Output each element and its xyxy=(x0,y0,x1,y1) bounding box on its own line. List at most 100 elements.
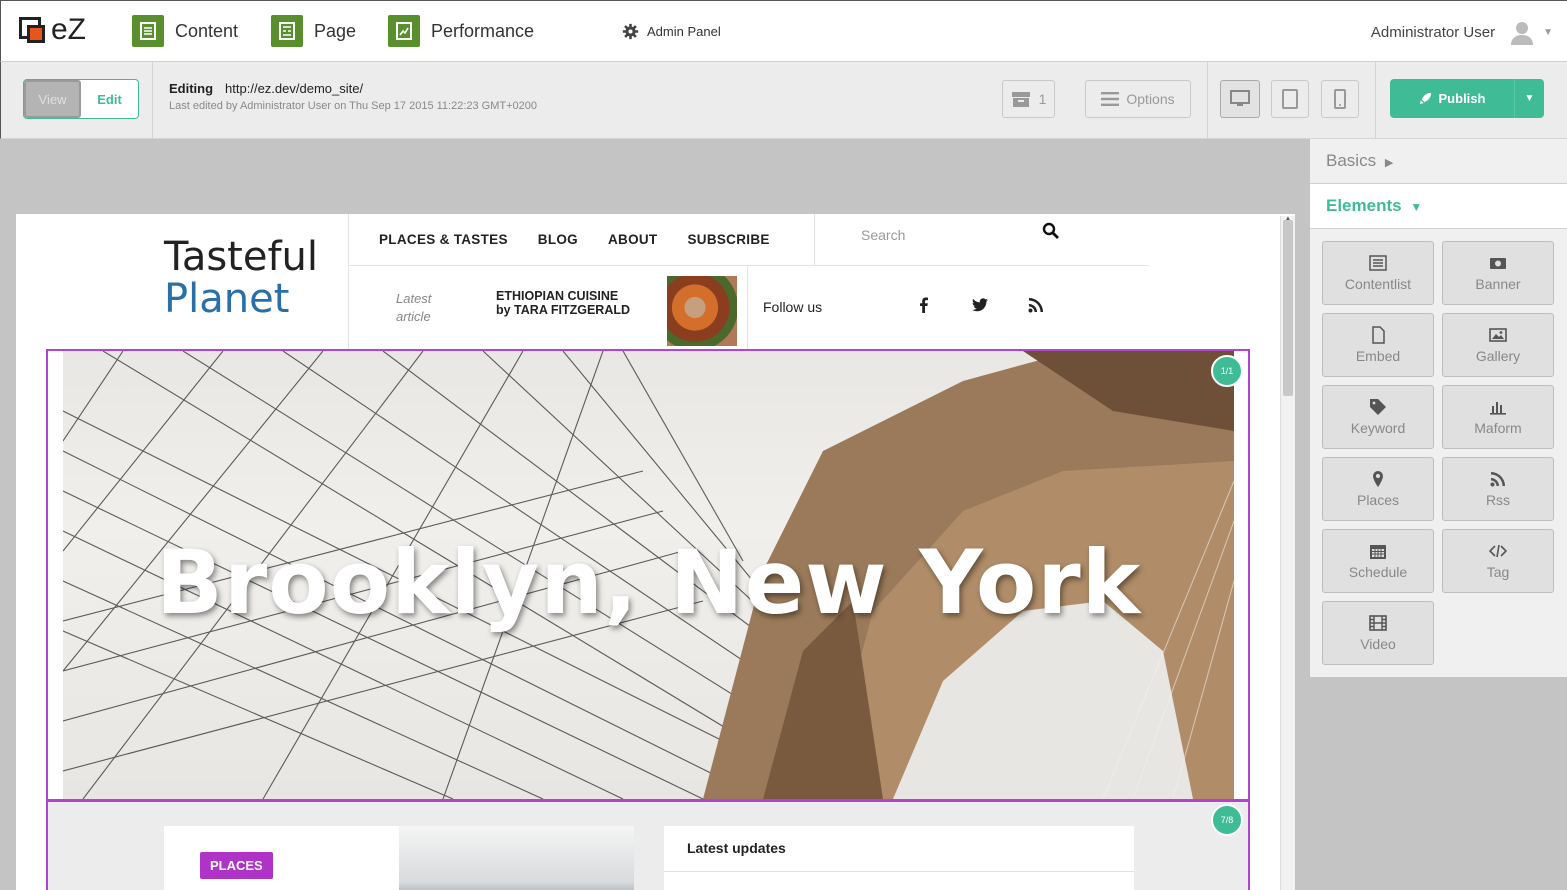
tablet-icon xyxy=(1282,89,1298,109)
publish-split-button: Publish ▼ xyxy=(1390,79,1544,118)
tile-maform[interactable]: Maform xyxy=(1442,385,1554,449)
view-edit-toggle[interactable]: View Edit xyxy=(23,79,139,119)
divider xyxy=(349,265,1149,266)
site-title-line1: Tasteful xyxy=(164,234,319,280)
site-title-line2: Planet xyxy=(164,276,290,322)
menu-icon xyxy=(1101,92,1120,106)
archive-button[interactable]: 1 xyxy=(1002,80,1055,118)
menu-item-places-tastes[interactable]: PLACES & TASTES xyxy=(379,232,508,247)
hero-zone[interactable]: Brooklyn, New York 1/1 xyxy=(46,349,1250,801)
performance-icon xyxy=(388,15,420,47)
tile-label: Keyword xyxy=(1350,420,1406,436)
last-edited-text: Last edited by Administrator User on Thu… xyxy=(169,100,538,112)
user-name: Administrator User xyxy=(1370,23,1496,41)
nav-performance-label: Performance xyxy=(431,20,535,41)
tile-label: Schedule xyxy=(1348,564,1408,580)
publish-dropdown-caret[interactable]: ▼ xyxy=(1514,79,1544,118)
tile-video[interactable]: Video xyxy=(1322,601,1434,665)
tile-rss[interactable]: Rss xyxy=(1442,457,1554,521)
tile-gallery[interactable]: Gallery xyxy=(1442,313,1554,377)
chevron-down-icon: ▼ xyxy=(1543,26,1553,38)
latest-article-title[interactable]: ETHIOPIAN CUISINE by TARA FITZGERALD xyxy=(496,289,636,317)
latest-label-line2: article xyxy=(396,309,431,324)
content-zone[interactable]: PLACES Latest updates 7/8 xyxy=(46,800,1250,890)
menu-item-subscribe[interactable]: SUBSCRIBE xyxy=(687,232,769,247)
user-menu[interactable]: Administrator User ▼ xyxy=(1371,19,1553,45)
editing-info: Editing http://ez.dev/demo_site/ Last edi… xyxy=(169,81,537,112)
page-icon xyxy=(271,15,303,47)
tablet-preview-button[interactable] xyxy=(1271,80,1309,118)
publish-button[interactable]: Publish xyxy=(1390,91,1514,106)
tile-label: Gallery xyxy=(1475,348,1521,364)
places-card[interactable]: PLACES xyxy=(164,826,634,890)
tile-contentlist[interactable]: Contentlist xyxy=(1322,241,1434,305)
rocket-icon xyxy=(1419,92,1431,105)
banner-icon xyxy=(1490,258,1506,269)
places-tag[interactable]: PLACES xyxy=(200,852,273,879)
calendar-icon xyxy=(1370,545,1386,559)
menu-item-blog[interactable]: BLOG xyxy=(538,232,578,247)
site-search[interactable]: Search xyxy=(814,214,1148,265)
avatar-icon xyxy=(1511,22,1534,45)
site-logo[interactable]: Tasteful Planet xyxy=(164,236,318,320)
latest-label-line1: Latest xyxy=(396,291,432,306)
twitter-icon[interactable] xyxy=(971,296,989,314)
admin-panel-link[interactable]: Admin Panel xyxy=(622,23,721,40)
admin-panel-label: Admin Panel xyxy=(647,24,721,39)
nav-content[interactable]: Content xyxy=(132,15,238,47)
scrollbar-thumb[interactable] xyxy=(1283,220,1293,396)
archive-count: 1 xyxy=(1038,91,1047,107)
editing-label: Editing xyxy=(169,81,214,96)
tile-label: Rss xyxy=(1485,492,1511,508)
ez-logo[interactable]: eZ xyxy=(17,13,97,49)
search-input[interactable]: Search xyxy=(861,227,905,243)
edit-button[interactable]: Edit xyxy=(81,80,138,118)
elements-panel: Basics ▶ Elements ▼ Contentlist Banner E… xyxy=(1310,139,1567,677)
divider xyxy=(664,871,1134,872)
tile-schedule[interactable]: Schedule xyxy=(1322,529,1434,593)
nav-page[interactable]: Page xyxy=(271,15,356,47)
tile-keyword[interactable]: Keyword xyxy=(1322,385,1434,449)
view-button[interactable]: View xyxy=(24,80,81,118)
hero-image: Brooklyn, New York xyxy=(63,351,1234,799)
mobile-preview-button[interactable] xyxy=(1321,80,1359,118)
places-card-photo xyxy=(399,826,634,890)
tile-embed[interactable]: Embed xyxy=(1322,313,1434,377)
nav-performance[interactable]: Performance xyxy=(388,15,534,47)
search-icon[interactable] xyxy=(1042,222,1060,240)
zone-badge[interactable]: 7/8 xyxy=(1211,804,1243,836)
tile-label: Contentlist xyxy=(1344,276,1412,292)
tile-label: Tag xyxy=(1486,564,1510,580)
tile-label: Banner xyxy=(1475,276,1521,292)
page-preview: Tasteful Planet PLACES & TASTES BLOG ABO… xyxy=(16,214,1295,890)
hero-title: Brooklyn, New York xyxy=(155,531,1142,634)
facebook-icon[interactable] xyxy=(915,296,933,314)
tile-tag[interactable]: Tag xyxy=(1442,529,1554,593)
latest-article-thumbnail[interactable] xyxy=(667,276,737,346)
tile-label: Embed xyxy=(1355,348,1401,364)
tile-banner[interactable]: Banner xyxy=(1442,241,1554,305)
caret-right-icon: ▶ xyxy=(1384,157,1394,169)
options-label: Options xyxy=(1126,91,1175,107)
tile-label: Maform xyxy=(1474,420,1522,436)
tile-label: Video xyxy=(1360,636,1396,652)
menu-item-about[interactable]: ABOUT xyxy=(608,232,658,247)
options-button[interactable]: Options xyxy=(1085,80,1191,118)
latest-updates-title: Latest updates xyxy=(687,840,786,856)
image-icon xyxy=(1489,328,1507,342)
divider xyxy=(1375,62,1376,139)
elements-label: Elements xyxy=(1326,196,1402,215)
basics-section-toggle[interactable]: Basics ▶ xyxy=(1310,139,1567,184)
elements-section-toggle[interactable]: Elements ▼ xyxy=(1310,184,1567,229)
logo-text: eZ xyxy=(51,13,87,46)
desktop-preview-button[interactable] xyxy=(1220,80,1260,118)
preview-scrollbar[interactable]: ▲ xyxy=(1280,214,1295,890)
rss-icon xyxy=(1490,472,1505,487)
tile-places[interactable]: Places xyxy=(1322,457,1434,521)
mobile-icon xyxy=(1334,89,1346,109)
zone-badge[interactable]: 1/1 xyxy=(1211,355,1243,387)
archive-icon xyxy=(1011,92,1030,107)
content-icon xyxy=(132,15,164,47)
divider xyxy=(747,265,748,350)
rss-icon[interactable] xyxy=(1027,296,1045,314)
